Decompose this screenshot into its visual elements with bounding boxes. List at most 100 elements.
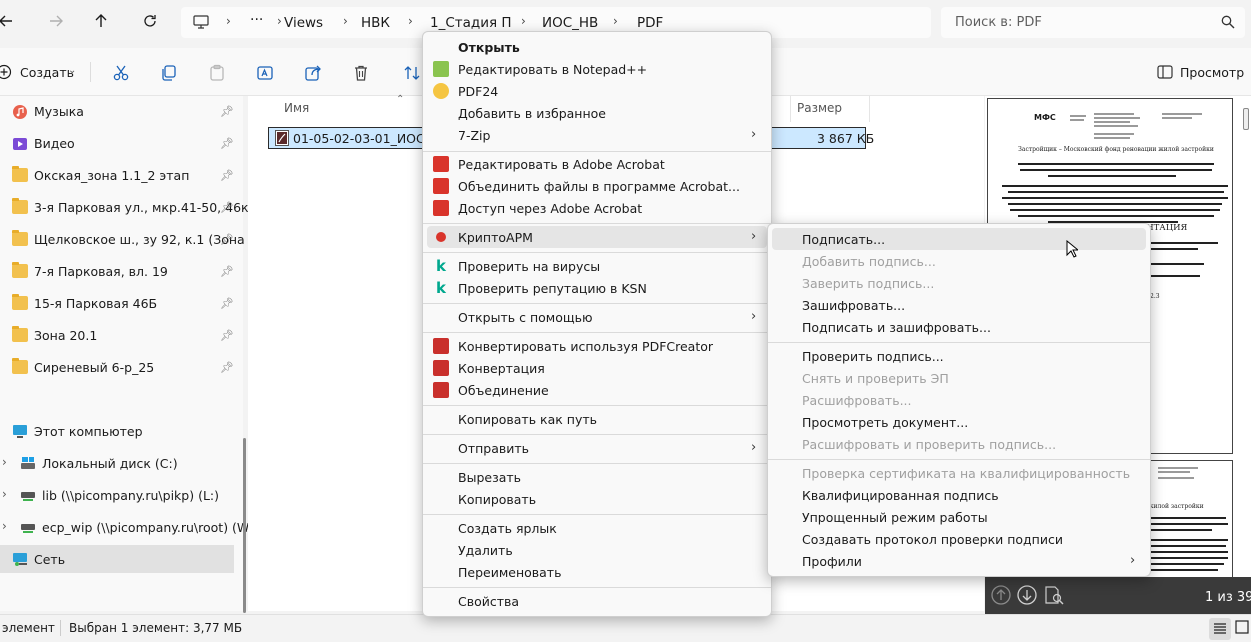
crumb-stage[interactable]: 1_Стадия П [430,15,512,31]
menu-item-cryptoarm[interactable]: КриптоАРМ › [427,226,767,248]
submenu-item-profiles[interactable]: Профили › [772,550,1146,572]
crumb-nvk[interactable]: НВК [361,15,390,31]
menu-item-add-favorite[interactable]: Добавить в избранное [427,102,767,124]
preview-scrollbar[interactable] [1243,108,1249,130]
create-button[interactable]: Создать [20,65,74,80]
forward-icon[interactable] [44,9,68,33]
crumb-overflow[interactable]: ··· [250,12,263,28]
submenu-item-certify-signature[interactable]: Заверить подпись... [772,272,1146,294]
menu-item-label: Снять и проверить ЭП [802,371,949,386]
chevron-right-icon[interactable]: › [2,519,7,533]
sidebar-item-drive-w[interactable]: › ecp_wip (\\picompany.ru\root) (W:) [0,513,258,541]
menu-item-scan-virus[interactable]: k Проверить на вирусы [427,255,767,277]
sidebar-item-this-pc[interactable]: Этот компьютер [0,417,234,445]
preview-toolbar: 1 из 39 [985,577,1251,614]
pin-icon[interactable]: 📌︎ [220,233,234,246]
menu-item-delete[interactable]: Удалить [427,539,767,561]
pin-icon[interactable]: 📌︎ [220,265,234,278]
menu-item-properties[interactable]: Свойства [427,590,767,612]
cut-icon[interactable] [110,62,132,84]
crumb-views[interactable]: Views [284,15,323,31]
submenu-item-cert-check[interactable]: Проверка сертификата на квалифицированно… [772,462,1146,484]
menu-item-label: КриптоАРМ [458,230,533,245]
pin-icon[interactable]: 📌︎ [220,169,234,182]
pin-icon[interactable]: 📌︎ [220,105,234,118]
arrow-up-icon[interactable] [991,585,1011,605]
crumb-ios-nv[interactable]: ИОС_НВ [542,15,598,31]
pin-icon[interactable]: 📌︎ [220,361,234,374]
pin-icon[interactable]: 📌︎ [220,201,234,214]
sidebar-item-network[interactable]: Сеть [0,545,234,573]
refresh-icon[interactable] [138,9,162,33]
sidebar-item-drive-l[interactable]: › lib (\\picompany.ru\pikp) (L:) [0,481,234,509]
submenu-item-decrypt-verify[interactable]: Расшифровать и проверить подпись... [772,433,1146,455]
details-view-button[interactable] [1209,618,1231,640]
arrow-down-icon[interactable] [1017,585,1037,605]
share-icon[interactable] [302,62,324,84]
sidebar-item-video[interactable]: Видео 📌︎ [0,129,234,157]
up-icon[interactable] [89,9,113,33]
pin-icon[interactable]: 📌︎ [220,137,234,150]
sidebar-item-folder[interactable]: 7-я Парковая, вл. 19 📌︎ [0,257,234,285]
submenu-item-create-protocol[interactable]: Создавать протокол проверки подписи [772,528,1146,550]
sidebar-scrollbar[interactable] [243,438,246,613]
menu-item-open[interactable]: Открыть [427,36,767,58]
menu-item-send-to[interactable]: Отправить › [427,437,767,459]
menu-item-rename[interactable]: Переименовать [427,561,767,583]
submenu-item-remove-verify[interactable]: Снять и проверить ЭП [772,367,1146,389]
pin-icon[interactable]: 📌︎ [220,329,234,342]
tiles-view-button[interactable] [1235,620,1249,634]
submenu-item-qualified-signature[interactable]: Квалифицированная подпись [772,484,1146,506]
menu-item-open-with[interactable]: Открыть с помощью › [427,306,767,328]
menu-item-create-shortcut[interactable]: Создать ярлык [427,517,767,539]
chevron-right-icon[interactable]: › [2,487,7,501]
sidebar-item-folder[interactable]: 3-я Парковая ул., мкр.41-50, 46к1 📌︎ [0,193,257,221]
column-header-name[interactable]: Имя [284,101,309,115]
menu-item-conversion[interactable]: Конвертация [427,357,767,379]
delete-icon[interactable] [350,62,372,84]
crumb-pdf[interactable]: PDF [637,15,663,31]
submenu-item-add-signature[interactable]: Добавить подпись... [772,250,1146,272]
page-search-icon[interactable] [1043,585,1065,605]
sidebar-item-folder[interactable]: Окская_зона 1.1_2 этап 📌︎ [0,161,234,189]
sidebar-item-folder[interactable]: Щелковское ш., зу 92, к.1 (Зона 5. 📌︎ [0,225,261,253]
chevron-down-icon[interactable]: ⌄ [68,65,76,76]
folder-icon [12,166,28,182]
sidebar-item-drive-c[interactable]: › Локальный диск (C:) [0,449,234,477]
menu-item-7zip[interactable]: 7-Zip › [427,124,767,146]
rename-icon[interactable] [254,62,276,84]
sidebar-item-music[interactable]: Музыка 📌︎ [0,97,234,125]
submenu-item-view-document[interactable]: Просмотреть документ... [772,411,1146,433]
sidebar-item-folder[interactable]: Сиреневый 6-р_25 📌︎ [0,353,234,381]
submenu-item-verify-signature[interactable]: Проверить подпись... [772,345,1146,367]
copy-icon[interactable] [158,62,180,84]
submenu-item-encrypt[interactable]: Зашифровать... [772,294,1146,316]
menu-item-acrobat-combine[interactable]: Объединить файлы в программе Acrobat... [427,175,767,197]
column-header-size[interactable]: Размер [797,101,842,115]
menu-item-copy-path[interactable]: Копировать как путь [427,408,767,430]
menu-item-pdf24[interactable]: PDF24 [427,80,767,102]
menu-item-copy[interactable]: Копировать [427,488,767,510]
menu-item-ksn[interactable]: k Проверить репутацию в KSN [427,277,767,299]
submenu-item-decrypt[interactable]: Расшифровать... [772,389,1146,411]
sort-icon[interactable] [401,62,423,84]
search-input[interactable]: Поиск в: PDF [941,7,1245,38]
view-button[interactable]: Просмотр [1180,65,1244,80]
submenu-item-simple-mode[interactable]: Упрощенный режим работы [772,506,1146,528]
chevron-right-icon[interactable]: › [2,455,7,469]
back-icon[interactable] [0,9,18,33]
paste-icon[interactable] [206,62,228,84]
menu-item-notepadpp[interactable]: Редактировать в Notepad++ [427,58,767,80]
menu-item-acrobat-edit[interactable]: Редактировать в Adobe Acrobat [427,153,767,175]
menu-item-acrobat-share[interactable]: Доступ через Adobe Acrobat [427,197,767,219]
menu-item-cut[interactable]: Вырезать [427,466,767,488]
menu-item-pdfcreator-convert[interactable]: Конвертировать используя PDFCreator [427,335,767,357]
pin-icon[interactable]: 📌︎ [220,297,234,310]
submenu-item-sign[interactable]: Подписать... [772,228,1146,250]
menu-item-label: Проверка сертификата на квалифицированно… [802,466,1131,481]
sidebar-item-folder[interactable]: 15-я Парковая 46Б 📌︎ [0,289,234,317]
submenu-item-sign-encrypt[interactable]: Подписать и зашифровать... [772,316,1146,338]
chevron-right-icon: › [751,309,757,324]
menu-item-merge[interactable]: Объединение [427,379,767,401]
sidebar-item-folder[interactable]: Зона 20.1 📌︎ [0,321,234,349]
